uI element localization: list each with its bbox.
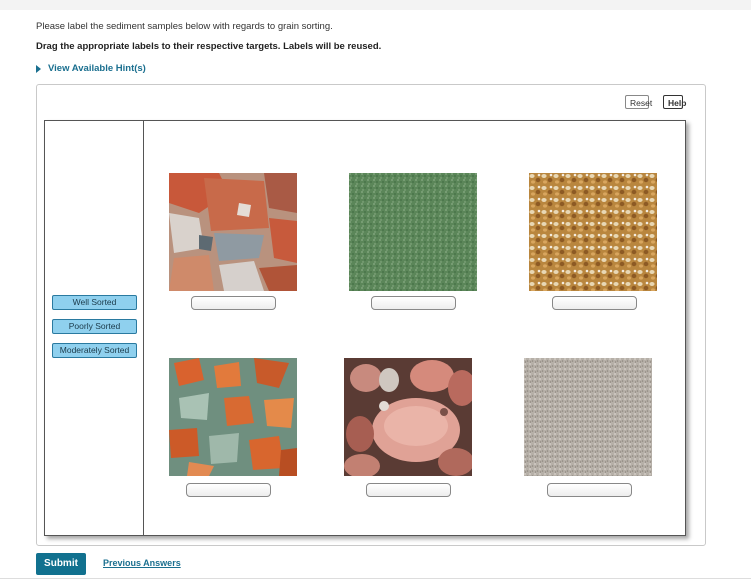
sample-image-4 xyxy=(169,358,297,476)
sample-image-3 xyxy=(529,173,657,291)
label-well-sorted[interactable]: Well Sorted xyxy=(52,295,137,310)
help-button[interactable]: Help xyxy=(663,95,686,109)
previous-answers-link[interactable]: Previous Answers xyxy=(103,558,181,568)
instruction-bold-text: Drag the appropriate labels to their res… xyxy=(36,41,382,52)
drop-target-3[interactable] xyxy=(552,296,637,310)
sample-grid xyxy=(144,121,685,535)
sample-image-5 xyxy=(344,358,472,476)
drop-target-2[interactable] xyxy=(371,296,456,310)
drag-drop-workspace: Well Sorted Poorly Sorted Moderately Sor… xyxy=(44,120,686,536)
sample-image-2 xyxy=(349,173,477,291)
view-hints-link[interactable]: View Available Hint(s) xyxy=(36,63,146,74)
submit-button[interactable]: Submit xyxy=(36,553,86,575)
drop-target-4[interactable] xyxy=(186,483,271,497)
reset-button[interactable]: Reset xyxy=(625,95,652,109)
label-moderately-sorted[interactable]: Moderately Sorted xyxy=(52,343,137,358)
drop-target-1[interactable] xyxy=(191,296,276,310)
sample-image-1 xyxy=(169,173,297,291)
label-bank: Well Sorted Poorly Sorted Moderately Sor… xyxy=(45,121,144,535)
drop-target-6[interactable] xyxy=(547,483,632,497)
top-bar xyxy=(0,0,751,10)
label-poorly-sorted[interactable]: Poorly Sorted xyxy=(52,319,137,334)
drop-target-5[interactable] xyxy=(366,483,451,497)
instruction-text: Please label the sediment samples below … xyxy=(36,21,333,32)
view-hints-label: View Available Hint(s) xyxy=(48,63,146,74)
sample-image-6 xyxy=(524,358,652,476)
caret-right-icon xyxy=(36,64,41,73)
